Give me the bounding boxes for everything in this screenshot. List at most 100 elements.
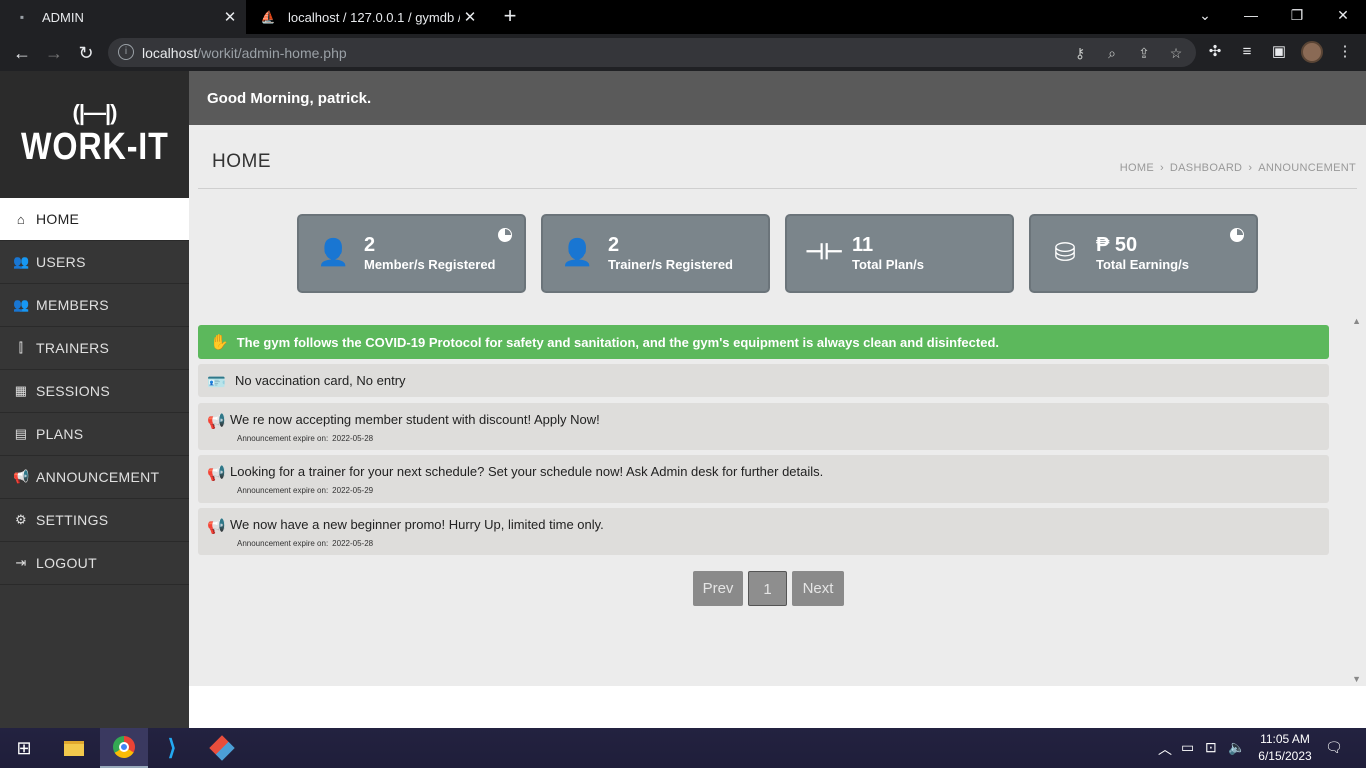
- next-button[interactable]: Next: [792, 571, 844, 606]
- logo-text: WORK-IT: [20, 126, 169, 168]
- pie-chart-icon[interactable]: [1230, 228, 1244, 242]
- restore-button[interactable]: ❐: [1274, 0, 1320, 34]
- megaphone-icon: 📢: [207, 518, 226, 535]
- user-icon: 👤: [561, 237, 594, 267]
- page-footer: [189, 686, 1366, 728]
- back-icon[interactable]: ←: [9, 40, 35, 66]
- sidebar: (|—|) WORK-IT ⌂ HOME 👥 USERS 👥 MEMBERS ⫿…: [0, 71, 189, 728]
- tab-title: ADMIN: [42, 9, 84, 25]
- breadcrumb-announcement[interactable]: ANNOUNCEMENT: [1258, 162, 1356, 174]
- chrome-icon[interactable]: [100, 728, 148, 768]
- stat-label: Trainer/s Registered: [608, 257, 733, 272]
- tab-title: localhost / 127.0.0.1 / gymdb / g: [288, 9, 460, 25]
- tab-search-icon[interactable]: ⌄: [1182, 0, 1228, 34]
- sidebar-item-logout[interactable]: ⇥ LOGOUT: [0, 542, 189, 585]
- clock-date: 6/15/2023: [1258, 749, 1312, 763]
- user-icon: 👤: [317, 237, 350, 267]
- browser-tab-phpmyadmin[interactable]: ⛵ localhost / 127.0.0.1 / gymdb / g ✕: [246, 0, 486, 34]
- announcement-expiry: Announcement expire on: 2022-05-29: [237, 486, 374, 495]
- sidebar-item-announcement[interactable]: 📢 ANNOUNCEMENT: [0, 456, 189, 499]
- new-tab-button[interactable]: +: [498, 4, 522, 28]
- stat-card-plans[interactable]: ⊣⊢ 11 Total Plan/s: [785, 214, 1014, 293]
- stat-card-earnings[interactable]: ⛁ ₱ 50 Total Earning/s: [1029, 214, 1258, 293]
- volume-icon[interactable]: 🔈: [1228, 739, 1245, 756]
- stat-value: ₱ 50: [1096, 234, 1138, 256]
- sidebar-item-members[interactable]: 👥 MEMBERS: [0, 284, 189, 327]
- browser-tab-bar: ▪ ADMIN ✕ ⛵ localhost / 127.0.0.1 / gymd…: [0, 0, 1366, 34]
- bookmark-star-icon[interactable]: ☆: [1166, 43, 1186, 63]
- sidebar-item-home[interactable]: ⌂ HOME: [0, 198, 189, 241]
- address-bar[interactable]: i localhost/workit/admin-home.php ⚷ ⌕ ⇪ …: [108, 38, 1196, 67]
- announcement-item: 📢 We now have a new beginner promo! Hurr…: [198, 508, 1329, 555]
- announcement-expiry: Announcement expire on: 2022-05-28: [237, 434, 374, 443]
- side-panel-icon[interactable]: ▣: [1269, 42, 1289, 62]
- sidebar-item-label: MEMBERS: [36, 297, 109, 313]
- page-number-button[interactable]: 1: [748, 571, 787, 606]
- vaccination-notice: 🪪 No vaccination card, No entry: [198, 364, 1329, 397]
- reload-icon[interactable]: ↻: [73, 40, 99, 66]
- scroll-up-arrow[interactable]: ▲: [1352, 316, 1361, 326]
- breadcrumb-dashboard[interactable]: DASHBOARD: [1170, 162, 1242, 174]
- web-page: (|—|) WORK-IT ⌂ HOME 👥 USERS 👥 MEMBERS ⫿…: [0, 71, 1366, 728]
- stat-card-members[interactable]: 👤 2 Member/s Registered: [297, 214, 526, 293]
- dumbbell-icon: ⊣⊢: [805, 239, 844, 264]
- sidebar-item-plans[interactable]: ▤ PLANS: [0, 413, 189, 456]
- windows-start-icon[interactable]: ⊞: [0, 728, 48, 768]
- close-tab-icon[interactable]: ✕: [220, 8, 240, 26]
- calendar-icon: ▦: [14, 383, 28, 398]
- users-icon: 👥: [13, 254, 30, 269]
- close-tab-icon[interactable]: ✕: [460, 8, 480, 26]
- scroll-down-arrow[interactable]: ▼: [1352, 674, 1361, 684]
- notice-text: No vaccination card, No entry: [235, 373, 406, 388]
- forward-icon[interactable]: →: [41, 40, 67, 66]
- stat-label: Total Earning/s: [1096, 257, 1189, 272]
- banner-text: The gym follows the COVID-19 Protocol fo…: [236, 334, 999, 350]
- divider: [198, 188, 1357, 189]
- prev-button[interactable]: Prev: [693, 571, 743, 606]
- stat-card-trainers[interactable]: 👤 2 Trainer/s Registered: [541, 214, 770, 293]
- vscode-icon[interactable]: ⟩: [148, 728, 196, 768]
- minimize-button[interactable]: —: [1228, 0, 1274, 34]
- sidebar-item-users[interactable]: 👥 USERS: [0, 241, 189, 284]
- greeting: Good Morning, patrick.: [207, 90, 372, 107]
- chevron-up-icon[interactable]: ︿: [1158, 739, 1172, 759]
- stat-label: Total Plan/s: [852, 257, 924, 272]
- share-icon[interactable]: ⇪: [1134, 43, 1154, 63]
- home-icon: ⌂: [16, 211, 26, 227]
- extensions-icon[interactable]: ✣: [1205, 42, 1225, 62]
- close-window-button[interactable]: ✕: [1320, 0, 1366, 34]
- key-icon[interactable]: ⚷: [1070, 43, 1090, 63]
- sidebar-item-label: PLANS: [36, 426, 84, 442]
- sidebar-item-label: USERS: [36, 254, 86, 270]
- sidebar-item-label: SETTINGS: [36, 512, 109, 528]
- clock[interactable]: 11:05 AM 6/15/2023: [1250, 731, 1320, 765]
- sidebar-item-trainers[interactable]: ⫿ TRAINERS: [0, 327, 189, 370]
- sidebar-item-sessions[interactable]: ▦ SESSIONS: [0, 370, 189, 413]
- top-header: Good Morning, patrick.: [189, 71, 1366, 125]
- sidebar-item-settings[interactable]: ⚙ SETTINGS: [0, 499, 189, 542]
- notification-icon[interactable]: 🗨: [1325, 739, 1343, 756]
- breadcrumb-home[interactable]: HOME: [1120, 162, 1154, 174]
- pie-chart-icon[interactable]: [498, 228, 512, 242]
- zoom-icon[interactable]: ⌕: [1102, 43, 1122, 63]
- profile-avatar[interactable]: [1301, 41, 1323, 63]
- network-icon[interactable]: ⊡: [1205, 739, 1217, 756]
- announcement-expiry: Announcement expire on: 2022-05-28: [237, 539, 374, 548]
- logout-icon: ⇥: [15, 555, 27, 570]
- taskbar: ⊞ ⟩ ︿ ▭ ⊡ 🔈 11:05 AM 6/15/2023 🗨: [0, 728, 1366, 768]
- menu-icon[interactable]: ⋮: [1335, 42, 1355, 62]
- announcement-text: We re now accepting member student with …: [230, 412, 600, 427]
- chevron-right-icon: ›: [1159, 162, 1164, 174]
- announcement-item: 📢 Looking for a trainer for your next sc…: [198, 455, 1329, 503]
- logo: (|—|) WORK-IT: [0, 71, 189, 198]
- file-explorer-icon[interactable]: [50, 728, 98, 768]
- announcement-text: Looking for a trainer for your next sche…: [230, 464, 824, 479]
- site-info-icon[interactable]: i: [118, 44, 134, 60]
- battery-icon[interactable]: ▭: [1181, 739, 1194, 756]
- media-icon[interactable]: ≡: [1237, 42, 1257, 62]
- sidebar-item-label: HOME: [36, 211, 80, 227]
- git-icon[interactable]: [198, 728, 246, 768]
- announcement-text: We now have a new beginner promo! Hurry …: [230, 517, 604, 532]
- browser-tab-admin[interactable]: ▪ ADMIN ✕: [0, 0, 246, 34]
- stat-value: 2: [364, 234, 376, 256]
